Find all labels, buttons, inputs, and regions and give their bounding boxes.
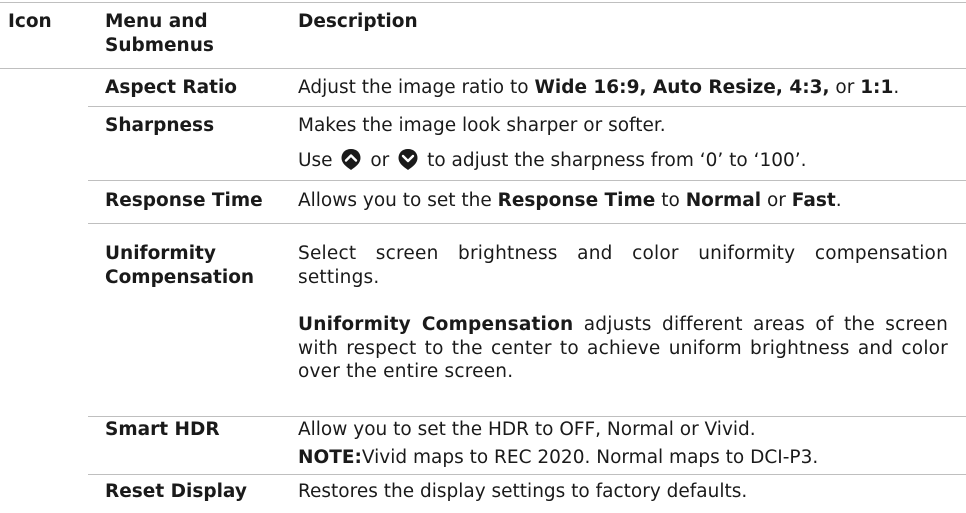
menu-smart-hdr: Smart HDR	[105, 419, 220, 440]
desc-response-time-fast: Fast	[791, 190, 836, 211]
desc-smart-hdr-note: NOTE:Vivid maps to REC 2020. Normal maps…	[298, 446, 818, 470]
row-rule-aspect-ratio	[88, 106, 966, 107]
desc-smart-hdr-note-label: NOTE:	[298, 447, 362, 468]
table-top-rule	[0, 2, 966, 3]
header-description: Description	[298, 11, 418, 32]
desc-sharpness-line2: Use or to adjust the sharpness from ‘0’ …	[298, 147, 807, 173]
desc-aspect-ratio-text1: Adjust the image ratio to	[298, 77, 535, 98]
desc-reset-display: Restores the display settings to factory…	[298, 481, 748, 502]
desc-aspect-ratio-option-1-1: 1:1	[860, 77, 894, 98]
menu-uniformity-line1: Uniformity	[105, 243, 216, 264]
menu-sharpness: Sharpness	[105, 115, 215, 136]
menu-reset-display: Reset Display	[105, 481, 247, 502]
desc-sharpness-use: Use	[298, 150, 333, 171]
desc-aspect-ratio-text2: or	[829, 77, 861, 98]
up-arrow-icon	[341, 149, 361, 170]
row-rule-smart-hdr	[88, 474, 966, 475]
desc-response-time-text2: to	[655, 190, 686, 211]
desc-response-time-normal: Normal	[685, 190, 762, 211]
desc-smart-hdr-line1: Allow you to set the HDR to OFF, Normal …	[298, 419, 756, 440]
desc-sharpness-line1: Makes the image look sharper or softer.	[298, 115, 666, 136]
row-rule-sharpness	[88, 180, 966, 181]
desc-response-time-text3: or	[761, 190, 792, 211]
desc-sharpness-rest: to adjust the sharpness from ‘0’ to ‘100…	[427, 150, 807, 171]
desc-aspect-ratio: Adjust the image ratio to Wide 16:9, Aut…	[298, 76, 899, 100]
header-menu: Menu and Submenus	[105, 11, 214, 56]
menu-response-time: Response Time	[105, 190, 263, 211]
menu-uniformity-line2: Compensation	[105, 267, 255, 288]
row-rule-uniformity	[88, 416, 966, 417]
down-arrow-icon	[398, 149, 418, 170]
desc-response-time: Allows you to set the Response Time to N…	[298, 189, 842, 213]
desc-sharpness-or: or	[370, 150, 390, 171]
desc-response-time-text1: Allows you to set the	[298, 190, 498, 211]
menu-description-table: Icon Menu and Submenus Description Aspec…	[0, 0, 966, 513]
desc-uniformity-para2: Uniformity Compensation adjusts differen…	[298, 313, 948, 384]
desc-uniformity-para1: Select screen brightness and color unifo…	[298, 243, 948, 288]
menu-aspect-ratio: Aspect Ratio	[105, 77, 237, 98]
desc-uniformity-bold: Uniformity Compensation	[298, 314, 574, 335]
desc-aspect-ratio-options: Wide 16:9, Auto Resize, 4:3,	[534, 77, 830, 98]
desc-aspect-ratio-text3: .	[893, 77, 900, 98]
desc-response-time-bold1: Response Time	[497, 190, 656, 211]
row-rule-response-time	[88, 223, 966, 224]
header-icon: Icon	[8, 11, 52, 32]
header-rule	[0, 68, 966, 69]
desc-smart-hdr-note-text: Vivid maps to REC 2020. Normal maps to D…	[361, 447, 819, 468]
desc-response-time-text4: .	[835, 190, 842, 211]
